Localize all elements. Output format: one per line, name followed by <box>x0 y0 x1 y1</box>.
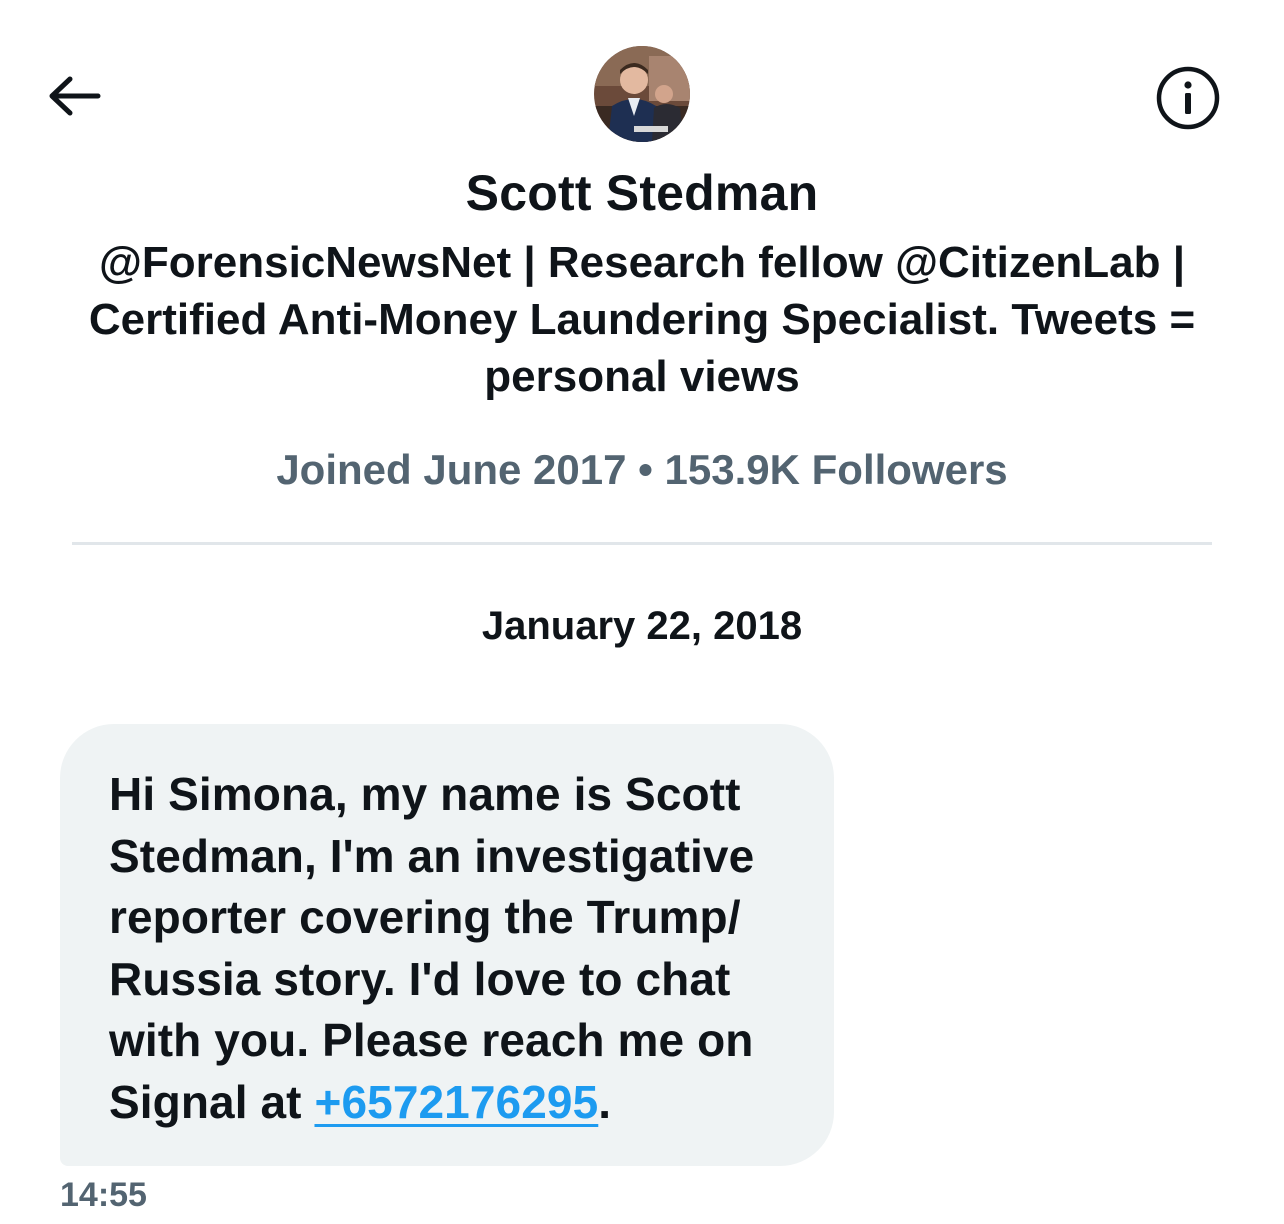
message-text: Hi Simona, my name is Scott Stedman, I'm… <box>109 764 794 1134</box>
profile-name[interactable]: Scott Stedman <box>0 162 1284 224</box>
divider <box>72 542 1212 545</box>
joined-date: Joined June 2017 <box>276 446 627 493</box>
message-text-end: . <box>598 1075 612 1128</box>
avatar-photo <box>594 46 690 142</box>
info-button[interactable] <box>1150 60 1226 136</box>
followers-count[interactable]: 153.9K Followers <box>665 446 1008 493</box>
message-text-body: Hi Simona, my name is Scott Stedman, I'm… <box>109 768 755 1128</box>
arrow-left-icon <box>49 76 101 116</box>
conversation-date: January 22, 2018 <box>481 604 803 648</box>
dm-conversation-screen: Scott Stedman @ForensicNewsNet | Researc… <box>0 0 1284 1224</box>
back-button[interactable] <box>38 66 110 126</box>
profile-bio: @ForensicNewsNet | Research fellow @Citi… <box>88 238 1196 401</box>
info-circle-icon <box>1156 66 1220 130</box>
profile-meta: Joined June 2017 • 153.9K Followers <box>0 444 1284 496</box>
message-timestamp: 14:55 <box>60 1176 147 1214</box>
phone-number-link[interactable]: +6572176295 <box>314 1076 598 1128</box>
message-bubble[interactable]: Hi Simona, my name is Scott Stedman, I'm… <box>60 724 834 1166</box>
avatar[interactable] <box>594 46 690 142</box>
meta-separator: • <box>638 446 653 493</box>
